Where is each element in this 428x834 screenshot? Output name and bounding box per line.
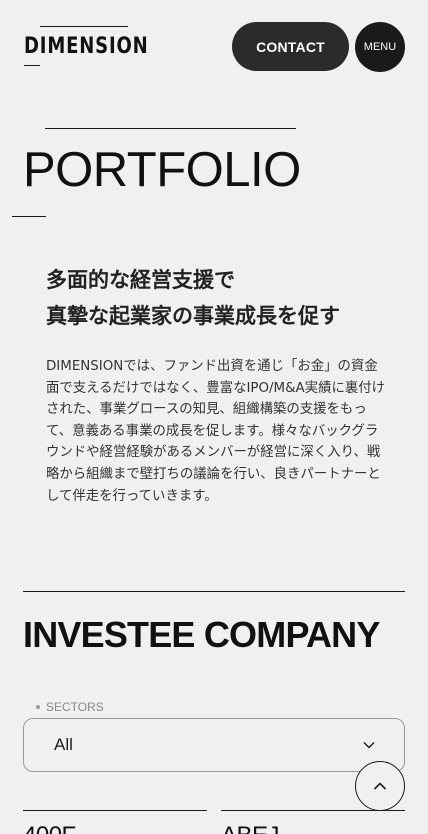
logo-line-bottom — [24, 65, 40, 66]
chevron-up-icon — [373, 782, 387, 790]
chevron-down-icon — [363, 742, 375, 749]
contact-button[interactable]: CONTACT — [232, 22, 349, 71]
sectors-label-text: SECTORS — [46, 700, 104, 714]
menu-button[interactable]: MENU — [355, 22, 405, 72]
sector-select-value: All — [54, 735, 73, 754]
portfolio-description: DIMENSIONでは、ファンド出資を通じ「お金」の資金面で支えるだけではなく、… — [46, 359, 386, 504]
investee-divider — [23, 591, 405, 592]
company-card-divider — [23, 810, 207, 811]
logo-line-top — [40, 26, 128, 27]
page-title: PORTFOLIO — [23, 143, 301, 197]
logo-text: DIMENSION — [24, 34, 149, 59]
headline-line-1: 多面的な経営支援で — [46, 268, 235, 292]
section-divider-top — [45, 128, 296, 129]
company-card-name[interactable]: ABEJ — [221, 822, 280, 834]
logo[interactable]: DIMENSION — [24, 26, 148, 66]
bullet-icon — [36, 705, 40, 709]
sectors-label: SECTORS — [36, 700, 104, 714]
company-card-divider — [221, 810, 405, 811]
back-to-top-button[interactable] — [355, 761, 405, 811]
portfolio-headline: 多面的な経営支援で 真摯な起業家の事業成長を促す — [46, 262, 406, 334]
company-card-name[interactable]: 400F — [23, 822, 76, 834]
sector-select[interactable]: All — [23, 718, 405, 772]
headline-line-2: 真摯な起業家の事業成長を促す — [46, 304, 340, 328]
investee-title: INVESTEE COMPANY — [23, 614, 380, 655]
section-divider-bottom — [12, 216, 46, 217]
